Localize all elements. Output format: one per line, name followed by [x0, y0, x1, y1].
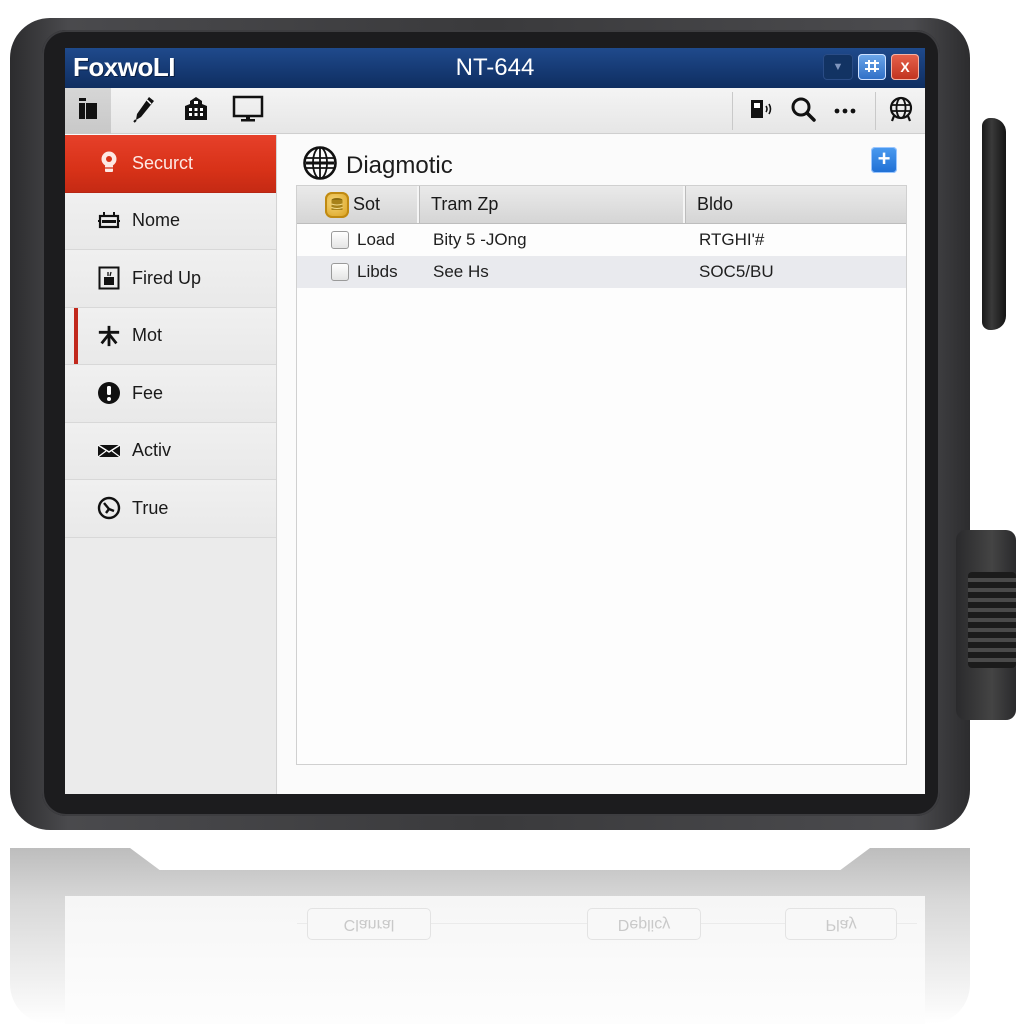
no-entry-icon	[97, 496, 121, 520]
toolbar-pages-button[interactable]	[65, 88, 111, 134]
database-icon	[325, 191, 349, 218]
table-cell: Bity 5 -JOng	[433, 230, 527, 249]
chevron-down-icon: ▼	[832, 61, 844, 73]
column-header-bldo[interactable]: Bldo	[685, 186, 906, 223]
sidebar-item-true[interactable]: True	[65, 480, 276, 538]
toolbar-globe-button[interactable]	[878, 88, 924, 134]
column-header-tram-zp[interactable]: Tram Zp	[419, 186, 685, 223]
table-cell: Libds	[297, 262, 419, 282]
fire-box-icon	[97, 266, 121, 290]
table-row[interactable]: Load Bity 5 -JOng RTGHI'#	[297, 224, 906, 256]
side-grip-ridges	[968, 572, 1016, 668]
column-header-label: Sot	[353, 194, 381, 214]
window-menu-button[interactable]: ▼	[823, 54, 853, 80]
sidebar: Securct Nome Fired Up Mot Fee Activ True	[65, 135, 277, 794]
table-header: Sot Tram Zp Bldo	[297, 186, 906, 224]
table-cell: See Hs	[433, 262, 489, 281]
side-knob	[982, 118, 1006, 330]
sidebar-item-label: True	[132, 497, 169, 518]
toolbar-search-button[interactable]	[780, 88, 826, 134]
sidebar-item-activ[interactable]: Activ	[65, 422, 276, 480]
toolbar-monitor-button[interactable]	[225, 88, 271, 134]
reflection-gap	[130, 848, 870, 870]
toolbar-pen-button[interactable]	[121, 88, 167, 134]
toolbar	[65, 88, 925, 134]
column-header-label: Bldo	[697, 194, 734, 214]
panel-header: Diagmotic	[302, 145, 453, 186]
toolbar-building-button[interactable]	[173, 88, 219, 134]
add-button[interactable]: +	[871, 147, 897, 173]
close-button[interactable]: X	[891, 54, 919, 80]
title-bar: FoxwoLI NT-644 ▼ X	[65, 48, 925, 88]
sidebar-item-label: Fee	[132, 382, 164, 403]
fuel-signal-icon	[749, 97, 777, 126]
table-row[interactable]: Libds See Hs SOC5/BU	[297, 256, 906, 288]
sidebar-item-label: Nome	[132, 210, 181, 231]
sidebar-item-securct[interactable]: Securct	[65, 135, 276, 193]
sidebar-item-label: Fired Up	[132, 267, 202, 288]
column-header-sot[interactable]: Sot	[297, 186, 419, 223]
reflection-play-button: Play	[785, 908, 897, 940]
alert-icon	[97, 381, 121, 405]
window-controls: ▼ X	[823, 54, 919, 80]
reflection-clanral-button: Clanral	[307, 908, 431, 940]
toolbar-more-button[interactable]	[822, 88, 868, 134]
row-checkbox[interactable]	[331, 231, 349, 249]
table-cell: Load	[297, 230, 419, 250]
building-icon	[182, 95, 210, 128]
sidebar-item-nome[interactable]: Nome	[65, 192, 276, 250]
app-window: FoxwoLI NT-644 ▼ X Securct Nome Fired Up…	[65, 48, 925, 794]
diagnostic-table: Sot Tram Zp Bldo Load Bity 5 -JOng RTGHI…	[296, 185, 907, 765]
envelope-icon	[97, 439, 121, 463]
sidebar-item-label: Mot	[132, 325, 163, 346]
pen-icon	[132, 95, 156, 128]
globe-icon	[302, 145, 338, 186]
toolbar-separator	[875, 92, 876, 130]
cell-text: Libds	[357, 262, 398, 281]
window-title: NT-644	[455, 54, 535, 81]
globe-icon	[887, 95, 915, 128]
chip-icon	[97, 209, 121, 233]
pages-icon	[77, 97, 99, 126]
sidebar-item-mot[interactable]: Mot	[65, 307, 276, 365]
table-cell: SOC5/BU	[699, 262, 774, 281]
grid-icon	[864, 59, 880, 76]
search-icon	[790, 96, 816, 127]
sidebar-item-fired-up[interactable]: Fired Up	[65, 250, 276, 308]
sidebar-item-label: Activ	[132, 440, 172, 461]
more-icon	[833, 102, 857, 120]
sidebar-item-fee[interactable]: Fee	[65, 365, 276, 423]
panel-title: Diagmotic	[346, 151, 453, 179]
sidebar-item-label: Securct	[132, 152, 194, 173]
main-panel: Diagmotic + Sot Tram Zp Bldo Load Bity 5…	[278, 135, 925, 794]
lightbulb-icon	[97, 151, 121, 175]
table-cell: RTGHI'#	[699, 230, 765, 249]
star-icon	[97, 324, 121, 348]
maximize-button[interactable]	[858, 54, 886, 80]
device-reflection: Clanral Deplicy Play	[10, 848, 1005, 1024]
toolbar-separator	[732, 92, 733, 130]
cell-text: Load	[357, 230, 395, 249]
close-icon: X	[900, 59, 910, 75]
reflection-deplicy-button: Deplicy	[587, 908, 701, 940]
monitor-icon	[232, 95, 264, 128]
row-checkbox[interactable]	[331, 263, 349, 281]
column-header-label: Tram Zp	[431, 194, 499, 214]
